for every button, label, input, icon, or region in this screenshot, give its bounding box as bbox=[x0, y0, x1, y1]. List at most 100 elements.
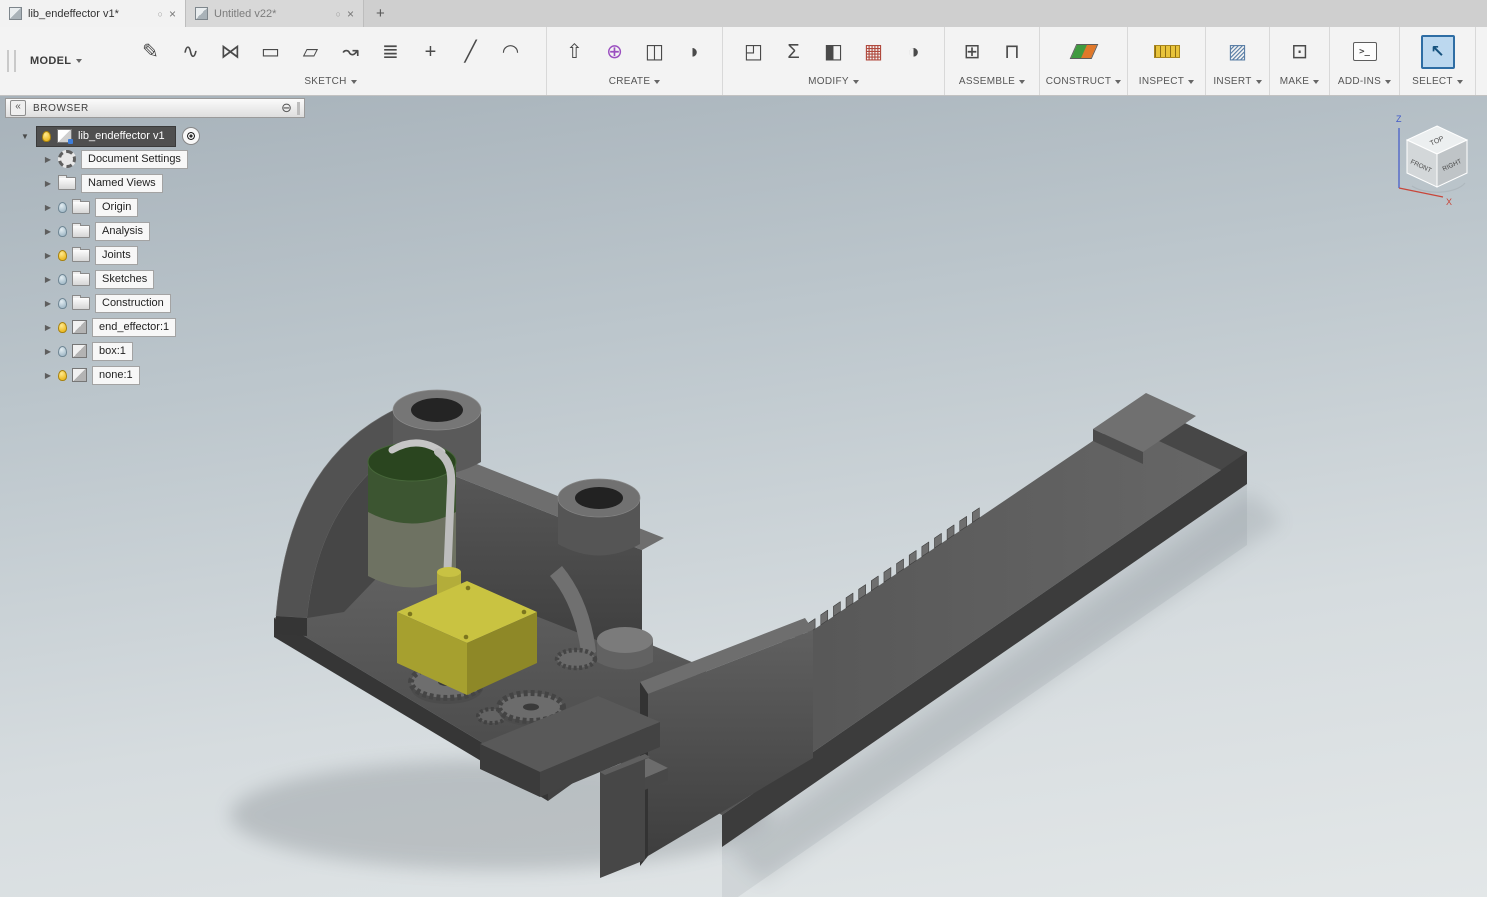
tree-item-joints[interactable]: ▶ Joints bbox=[5, 243, 305, 267]
tree-item-sketches[interactable]: ▶ Sketches bbox=[5, 267, 305, 291]
visibility-bulb-icon[interactable] bbox=[58, 225, 67, 237]
toolbar-group-select: ↖ SELECT bbox=[1400, 27, 1476, 95]
press-pull-icon[interactable]: ◰ bbox=[736, 33, 772, 71]
tree-item-label: Construction bbox=[95, 293, 171, 313]
new-component-icon[interactable]: ⊞ bbox=[954, 33, 990, 71]
group-dropdown-assemble[interactable]: ASSEMBLE bbox=[959, 76, 1026, 87]
radio-dot-icon bbox=[185, 131, 196, 141]
expand-arrow-icon[interactable]: ▼ bbox=[20, 132, 30, 141]
group-dropdown-add-ins[interactable]: ADD-INS bbox=[1338, 76, 1392, 87]
rectangle-icon[interactable]: ▭ bbox=[253, 33, 289, 71]
group-dropdown-sketch[interactable]: SKETCH bbox=[304, 76, 357, 87]
group-dropdown-select[interactable]: SELECT bbox=[1412, 76, 1463, 87]
tree-item-analysis[interactable]: ▶ Analysis bbox=[5, 219, 305, 243]
tree-item-label: Joints bbox=[95, 245, 138, 265]
expand-arrow-icon[interactable]: ▶ bbox=[43, 155, 53, 164]
active-component-bar[interactable]: lib_endeffector v1 bbox=[36, 125, 176, 147]
select-cursor-icon[interactable]: ↖ bbox=[1420, 34, 1455, 69]
group-dropdown-create[interactable]: CREATE bbox=[609, 76, 661, 87]
combine-icon[interactable]: ◧ bbox=[816, 33, 852, 71]
tree-item-origin[interactable]: ▶ Origin bbox=[5, 195, 305, 219]
tree-item-root[interactable]: ▼ lib_endeffector v1 bbox=[5, 125, 305, 147]
expand-arrow-icon[interactable]: ▶ bbox=[43, 179, 53, 188]
expand-arrow-icon[interactable]: ▶ bbox=[43, 347, 53, 356]
chevron-down-icon bbox=[654, 79, 661, 84]
tree-item-end-effector-1[interactable]: ▶ end_effector:1 bbox=[5, 315, 305, 339]
component-icon bbox=[72, 320, 87, 334]
new-document-button[interactable]: + bbox=[364, 0, 397, 27]
expand-arrow-icon[interactable]: ▶ bbox=[43, 251, 53, 260]
group-dropdown-modify[interactable]: MODIFY bbox=[808, 76, 859, 87]
group-label: SELECT bbox=[1412, 76, 1453, 87]
visibility-bulb-icon[interactable] bbox=[58, 345, 67, 357]
measure-icon[interactable] bbox=[1149, 33, 1185, 71]
browser-header[interactable]: « BROWSER ⊖ bbox=[5, 98, 305, 118]
visibility-bulb-icon[interactable] bbox=[58, 369, 67, 381]
toolbar-group-construct: CONSTRUCT bbox=[1040, 27, 1128, 95]
toolbar-group-sketch: ✎ ∿ ⋈ ▭ ▱ ↝ ≣ + ╱ ◠ SKETCH bbox=[115, 27, 547, 95]
change-parameters-icon[interactable]: Σ bbox=[776, 33, 812, 71]
collapse-panel-icon[interactable]: « bbox=[10, 100, 26, 116]
visibility-bulb-icon[interactable] bbox=[58, 297, 67, 309]
insert-image-icon[interactable]: ▨ bbox=[1220, 33, 1256, 71]
expand-arrow-icon[interactable]: ▶ bbox=[43, 323, 53, 332]
expand-arrow-icon[interactable]: ▶ bbox=[43, 299, 53, 308]
offset-icon[interactable]: ▱ bbox=[293, 33, 329, 71]
scripts-addins-icon[interactable]: >_ bbox=[1347, 33, 1383, 71]
document-tab-lib-endeffector-v1[interactable]: lib_endeffector v1* ○ × bbox=[0, 0, 186, 27]
create-sketch-icon[interactable]: ✎ bbox=[133, 33, 169, 71]
group-label: SKETCH bbox=[304, 76, 347, 87]
mirror-icon[interactable]: ⋈ bbox=[213, 33, 249, 71]
document-tab-untitled-v22[interactable]: Untitled v22* ○ × bbox=[186, 0, 364, 27]
panel-grip[interactable] bbox=[297, 101, 300, 115]
arc-icon[interactable]: ◠ bbox=[493, 33, 529, 71]
visibility-bulb-icon[interactable] bbox=[42, 130, 51, 142]
expand-arrow-icon[interactable]: ▶ bbox=[43, 275, 53, 284]
tree-item-document-settings[interactable]: ▶ Document Settings bbox=[5, 147, 305, 171]
make-3d-print-icon[interactable]: ⊡ bbox=[1282, 33, 1318, 71]
toolbar-group-assemble: ⊞ ⊓ ASSEMBLE bbox=[945, 27, 1040, 95]
tree-item-none-1[interactable]: ▶ none:1 bbox=[5, 363, 305, 387]
interference-icon[interactable]: ▦ bbox=[856, 33, 892, 71]
group-dropdown-inspect[interactable]: INSPECT bbox=[1139, 76, 1195, 87]
construct-plane-icon[interactable] bbox=[1066, 33, 1102, 71]
point-icon[interactable]: + bbox=[413, 33, 449, 71]
visibility-bulb-icon[interactable] bbox=[58, 249, 67, 261]
extrude-icon[interactable]: ⇧ bbox=[557, 33, 593, 71]
pattern-mirror-icon[interactable]: ◫ bbox=[637, 33, 673, 71]
main-toolbar: MODEL ✎ ∿ ⋈ ▭ ▱ ↝ ≣ + ╱ ◠ SKETCH ⇧ ⊕ ◫ ◗ CREATE ◰ Σ ◧ ▦ ◑ MOD… bbox=[0, 27, 1487, 96]
tree-item-named-views[interactable]: ▶ Named Views bbox=[5, 171, 305, 195]
tab-close-icon[interactable]: × bbox=[347, 7, 354, 21]
form-icon[interactable]: ◗ bbox=[677, 33, 713, 71]
chevron-down-icon bbox=[350, 79, 357, 84]
expand-arrow-icon[interactable]: ▶ bbox=[43, 371, 53, 380]
toolbar-group-add-ins: >_ ADD-INS bbox=[1330, 27, 1400, 95]
toolbar-group-make: ⊡ MAKE bbox=[1270, 27, 1330, 95]
view-cube[interactable]: TOP FRONT RIGHT Z X bbox=[1396, 114, 1469, 207]
expand-arrow-icon[interactable]: ▶ bbox=[43, 203, 53, 212]
group-dropdown-insert[interactable]: INSERT bbox=[1213, 76, 1262, 87]
joint-icon[interactable]: ⊓ bbox=[994, 33, 1030, 71]
visibility-bulb-icon[interactable] bbox=[58, 201, 67, 213]
chevron-down-icon bbox=[1456, 79, 1463, 84]
curve-icon[interactable]: ↝ bbox=[333, 33, 369, 71]
component-icon bbox=[72, 344, 87, 358]
tree-item-construction[interactable]: ▶ Construction bbox=[5, 291, 305, 315]
sketch-pattern-icon[interactable]: ≣ bbox=[373, 33, 409, 71]
trim-icon[interactable]: ╱ bbox=[453, 33, 489, 71]
tab-close-icon[interactable]: × bbox=[169, 7, 176, 21]
document-icon bbox=[195, 7, 208, 20]
sphere-icon[interactable]: ⊕ bbox=[597, 33, 633, 71]
visibility-bulb-icon[interactable] bbox=[58, 321, 67, 333]
group-dropdown-construct[interactable]: CONSTRUCT bbox=[1046, 76, 1122, 87]
split-body-icon[interactable]: ◑ bbox=[896, 33, 932, 71]
group-label: MODIFY bbox=[808, 76, 849, 87]
activate-component-radio[interactable] bbox=[181, 127, 200, 145]
spline-icon[interactable]: ∿ bbox=[173, 33, 209, 71]
expand-arrow-icon[interactable]: ▶ bbox=[43, 227, 53, 236]
visibility-bulb-icon[interactable] bbox=[58, 273, 67, 285]
minimize-panel-icon[interactable]: ⊖ bbox=[281, 100, 292, 116]
group-dropdown-make[interactable]: MAKE bbox=[1280, 76, 1320, 87]
chevron-down-icon bbox=[1188, 79, 1195, 84]
tree-item-box-1[interactable]: ▶ box:1 bbox=[5, 339, 305, 363]
